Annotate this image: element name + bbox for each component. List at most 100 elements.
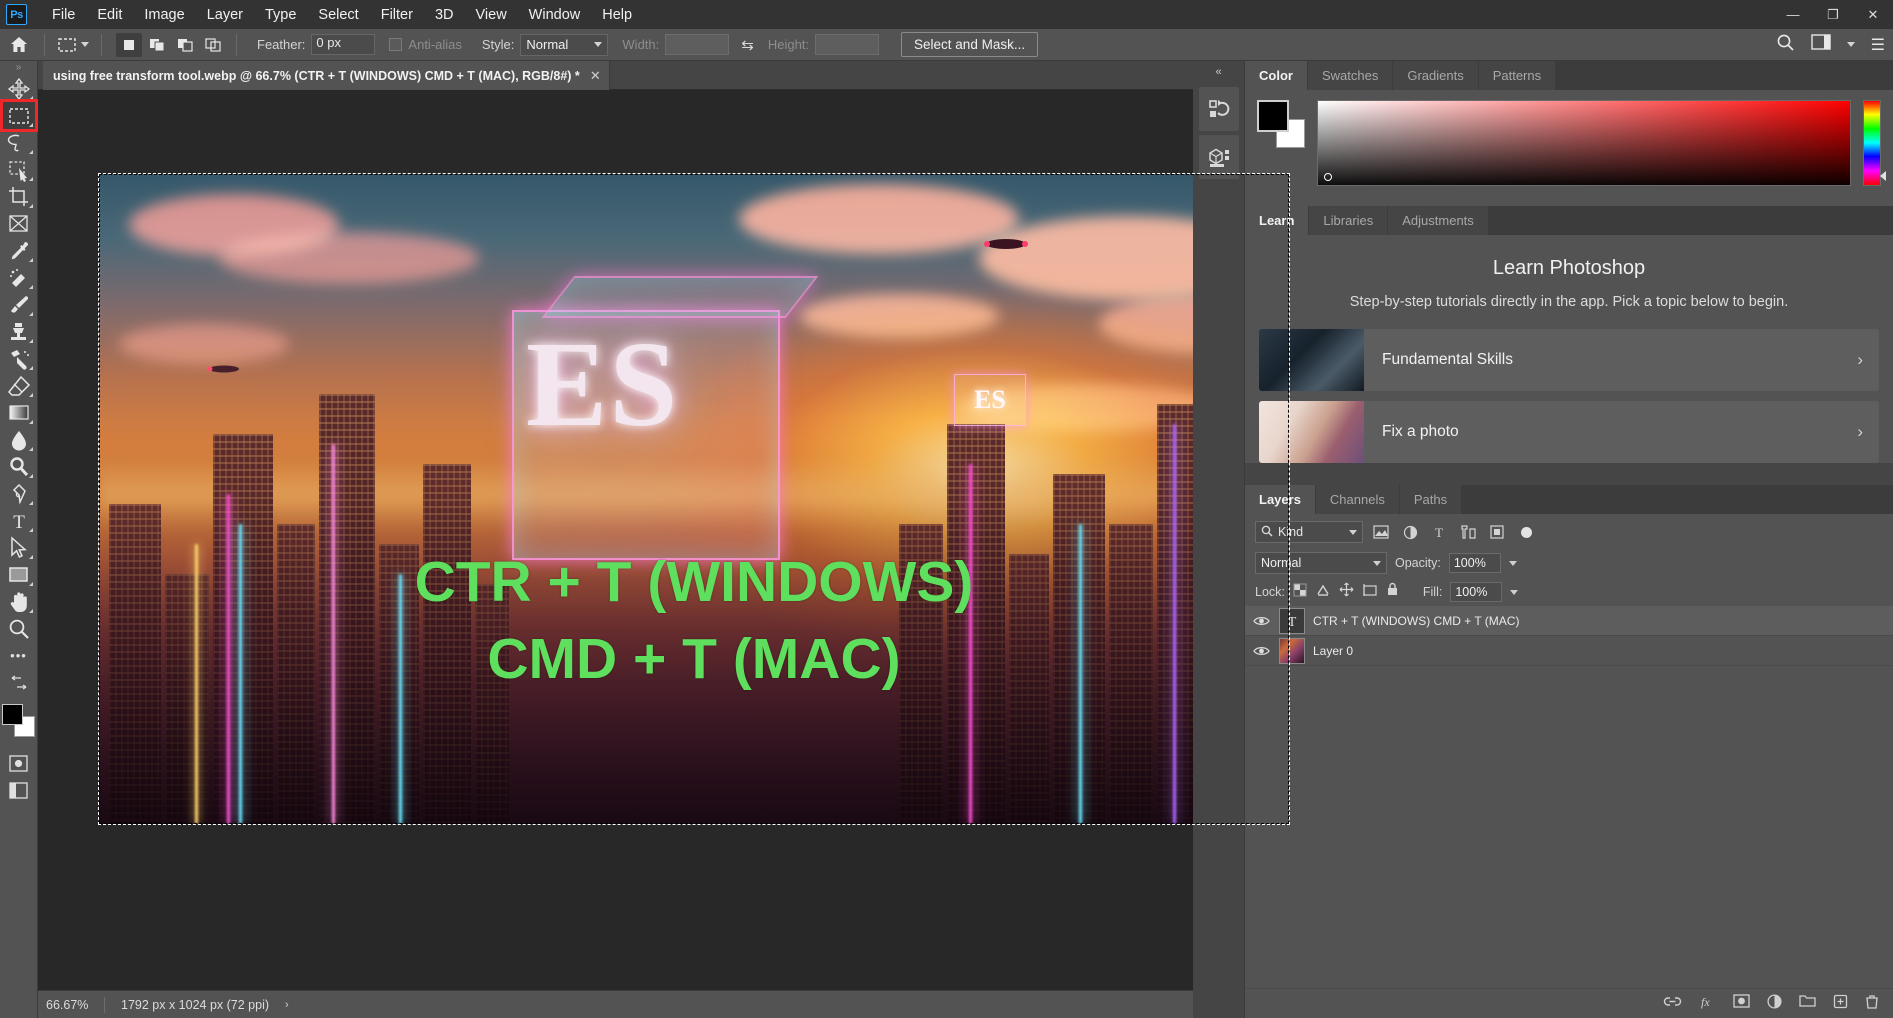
frame-tool[interactable] — [3, 210, 35, 237]
history-panel-icon[interactable] — [1198, 87, 1239, 131]
hue-slider[interactable] — [1863, 100, 1886, 186]
layer-kind-filter[interactable]: Kind — [1255, 521, 1363, 543]
object-selection-tool[interactable] — [3, 156, 35, 183]
eyedropper-tool[interactable] — [3, 237, 35, 264]
edit-toolbar-icon[interactable] — [3, 669, 35, 696]
filter-toggle[interactable] — [1521, 526, 1532, 538]
tab-gradients[interactable]: Gradients — [1393, 61, 1479, 90]
path-selection-tool[interactable] — [3, 534, 35, 561]
brush-tool[interactable] — [3, 291, 35, 318]
tab-patterns[interactable]: Patterns — [1478, 61, 1557, 90]
menu-item-window[interactable]: Window — [518, 3, 592, 27]
minimize-button[interactable]: — — [1773, 0, 1813, 29]
home-icon[interactable] — [0, 30, 38, 60]
new-selection-button[interactable] — [116, 32, 142, 57]
quick-mask-icon[interactable] — [3, 750, 35, 777]
delete-layer-icon[interactable] — [1865, 994, 1879, 1014]
new-layer-icon[interactable] — [1833, 994, 1848, 1014]
lock-all-icon[interactable] — [1386, 582, 1399, 602]
layer-row[interactable]: Layer 0 — [1245, 636, 1893, 666]
collapse-panels-icon[interactable]: « — [1193, 61, 1244, 83]
menu-item-select[interactable]: Select — [307, 3, 369, 27]
rectangular-marquee-tool[interactable] — [0, 99, 38, 132]
horizontal-type-tool[interactable]: T — [3, 507, 35, 534]
hand-tool[interactable] — [3, 588, 35, 615]
link-layers-icon[interactable] — [1663, 995, 1682, 1013]
layer-mask-icon[interactable] — [1733, 994, 1750, 1013]
tool-preset-picker[interactable] — [51, 36, 95, 54]
width-input[interactable] — [665, 34, 730, 55]
3d-panel-icon[interactable] — [1198, 135, 1239, 179]
blend-mode-select[interactable]: Normal — [1255, 552, 1387, 574]
select-and-mask-button[interactable]: Select and Mask... — [901, 32, 1039, 57]
layer-row[interactable]: T CTR + T (WINDOWS) CMD + T (MAC) — [1245, 606, 1893, 636]
lock-transparent-pixels-icon[interactable] — [1293, 583, 1307, 602]
canvas-area[interactable]: ES ES CTR + T (WINDOWS) CMD + T (MAC) — [38, 90, 1290, 990]
learn-card-fundamental-skills[interactable]: Fundamental Skills › — [1259, 329, 1879, 392]
menu-item-view[interactable]: View — [465, 3, 518, 27]
style-select[interactable]: Normal — [520, 33, 609, 56]
menu-item-image[interactable]: Image — [133, 3, 195, 27]
opacity-stepper-icon[interactable] — [1508, 560, 1517, 566]
menu-item-type[interactable]: Type — [254, 3, 307, 27]
feather-input[interactable]: 0 px — [311, 34, 376, 55]
lock-position-icon[interactable] — [1339, 582, 1354, 602]
opacity-value[interactable]: 100% — [1448, 553, 1501, 573]
menu-item-edit[interactable]: Edit — [86, 3, 133, 27]
intersect-with-selection-button[interactable] — [200, 33, 226, 57]
chevron-down-icon[interactable] — [1846, 42, 1855, 47]
smart-object-filter-icon[interactable] — [1486, 521, 1508, 543]
tab-adjustments[interactable]: Adjustments — [1388, 206, 1489, 235]
search-icon[interactable] — [1776, 33, 1795, 57]
swap-icon[interactable]: ⇆ — [741, 36, 754, 54]
menu-item-file[interactable]: File — [41, 3, 86, 27]
tab-swatches[interactable]: Swatches — [1307, 61, 1394, 90]
tab-channels[interactable]: Channels — [1315, 485, 1400, 514]
layer-visibility-icon[interactable] — [1251, 615, 1271, 627]
zoom-tool[interactable] — [3, 615, 35, 642]
new-fill-adjustment-icon[interactable] — [1767, 993, 1782, 1014]
workspace-icon[interactable] — [1810, 34, 1831, 55]
lock-image-pixels-icon[interactable] — [1316, 583, 1330, 602]
more-tools-button[interactable]: ••• — [3, 642, 35, 669]
fill-stepper-icon[interactable] — [1510, 589, 1519, 595]
menu-item-layer[interactable]: Layer — [196, 3, 254, 27]
new-group-icon[interactable] — [1799, 994, 1816, 1013]
eraser-tool[interactable] — [3, 372, 35, 399]
foreground-color-swatch[interactable] — [1, 704, 23, 725]
tab-learn[interactable]: Learn — [1245, 206, 1310, 235]
screen-mode-icon[interactable] — [3, 777, 35, 804]
add-to-selection-button[interactable] — [144, 33, 170, 57]
pixel-filter-icon[interactable] — [1370, 521, 1392, 543]
color-ramp-field[interactable] — [1317, 100, 1851, 186]
shape-filter-icon[interactable] — [1457, 521, 1479, 543]
tab-libraries[interactable]: Libraries — [1309, 206, 1389, 235]
spot-healing-brush-tool[interactable] — [3, 264, 35, 291]
document-tab[interactable]: using free transform tool.webp @ 66.7% (… — [43, 61, 610, 90]
toolbar-grip[interactable]: » — [16, 61, 22, 75]
foreground-color-swatch[interactable] — [1257, 100, 1289, 132]
clone-stamp-tool[interactable] — [3, 318, 35, 345]
learn-card-fix-a-photo[interactable]: Fix a photo › — [1259, 401, 1879, 464]
subtract-from-selection-button[interactable] — [172, 33, 198, 57]
height-input[interactable] — [815, 34, 880, 55]
image-artboard[interactable]: ES ES CTR + T (WINDOWS) CMD + T (MAC) — [99, 174, 1289, 824]
layer-style-icon[interactable]: fx — [1698, 994, 1716, 1013]
tab-color[interactable]: Color — [1245, 61, 1308, 90]
close-button[interactable]: ✕ — [1853, 0, 1893, 29]
crop-tool[interactable] — [3, 183, 35, 210]
layer-visibility-icon[interactable] — [1251, 645, 1271, 657]
close-icon[interactable]: ✕ — [590, 68, 601, 84]
lock-artboard-icon[interactable] — [1363, 583, 1377, 602]
menu-item-filter[interactable]: Filter — [370, 3, 424, 27]
panel-menu-icon[interactable]: ☰ — [1871, 35, 1885, 55]
status-expand-icon[interactable]: › — [285, 999, 289, 1011]
adjustment-filter-icon[interactable] — [1399, 521, 1421, 543]
zoom-level[interactable]: 66.67% — [38, 998, 104, 1012]
gradient-tool[interactable] — [3, 399, 35, 426]
blur-tool[interactable] — [3, 426, 35, 453]
history-brush-tool[interactable] — [3, 345, 35, 372]
fill-value[interactable]: 100% — [1450, 582, 1503, 602]
type-filter-icon[interactable]: T — [1428, 521, 1450, 543]
tab-paths[interactable]: Paths — [1399, 485, 1463, 514]
